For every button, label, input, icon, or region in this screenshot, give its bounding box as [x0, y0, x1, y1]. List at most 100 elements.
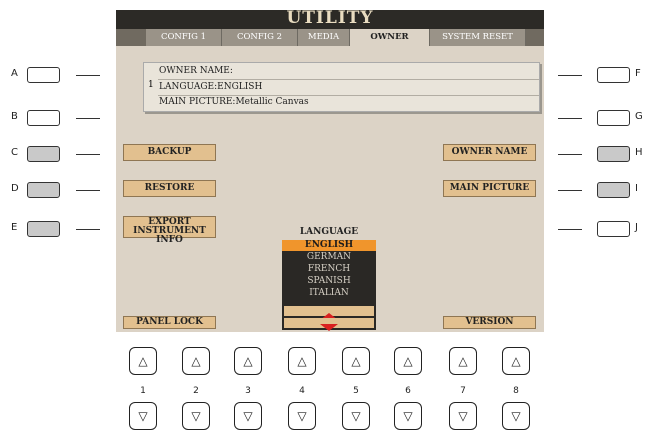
up-button-3[interactable]: △: [234, 347, 262, 375]
down-button-8[interactable]: ▽: [502, 402, 530, 430]
side-button-h[interactable]: [597, 146, 630, 162]
down-button-3[interactable]: ▽: [234, 402, 262, 430]
divider: [558, 190, 582, 191]
up-button-5[interactable]: △: [342, 347, 370, 375]
side-button-a[interactable]: [27, 67, 60, 83]
side-label-e: E: [11, 222, 18, 233]
scroll-up-button[interactable]: [284, 306, 374, 320]
triangle-up-icon: △: [351, 354, 361, 368]
down-button-2[interactable]: ▽: [182, 402, 210, 430]
triangle-up-icon: △: [243, 354, 253, 368]
main-picture-row: MAIN PICTURE:Metallic Canvas: [159, 97, 309, 107]
triangle-down-icon: ▽: [243, 409, 253, 423]
triangle-down-icon: ▽: [138, 409, 148, 423]
button-number-8: 8: [513, 386, 519, 396]
down-button-6[interactable]: ▽: [394, 402, 422, 430]
language-label: LANGUAGE: [299, 227, 359, 237]
language-row: LANGUAGE:ENGLISH: [159, 82, 263, 92]
side-button-e[interactable]: [27, 221, 60, 237]
triangle-up-icon: △: [297, 354, 307, 368]
tab-config-1[interactable]: CONFIG 1: [146, 29, 222, 46]
side-label-h: H: [635, 147, 643, 158]
triangle-down-icon: ▽: [511, 409, 521, 423]
restore-button[interactable]: RESTORE: [123, 180, 216, 197]
language-option-french[interactable]: FRENCH: [282, 264, 376, 275]
export-label-line-2: INSTRUMENT INFO: [133, 226, 206, 245]
side-label-d: D: [11, 183, 19, 194]
panel-lock-button[interactable]: PANEL LOCK: [123, 316, 216, 329]
triangle-up-icon: △: [458, 354, 468, 368]
button-number-3: 3: [245, 386, 251, 396]
side-button-i[interactable]: [597, 182, 630, 198]
language-option-italian[interactable]: ITALIAN: [282, 288, 376, 299]
arrow-down-icon: [320, 324, 338, 331]
triangle-down-icon: ▽: [458, 409, 468, 423]
side-button-c[interactable]: [27, 146, 60, 162]
export-instrument-info-button[interactable]: EXPORT INSTRUMENT INFO: [123, 216, 216, 245]
up-button-7[interactable]: △: [449, 347, 477, 375]
side-button-j[interactable]: [597, 221, 630, 237]
language-option-german[interactable]: GERMAN: [282, 252, 376, 263]
down-button-4[interactable]: ▽: [288, 402, 316, 430]
owner-name-button[interactable]: OWNER NAME: [443, 144, 536, 161]
side-label-j: J: [635, 222, 638, 233]
triangle-down-icon: ▽: [351, 409, 361, 423]
triangle-up-icon: △: [403, 354, 413, 368]
backup-button[interactable]: BACKUP: [123, 144, 216, 161]
triangle-up-icon: △: [138, 354, 148, 368]
side-label-c: C: [11, 147, 18, 158]
button-number-1: 1: [140, 386, 146, 396]
button-number-2: 2: [193, 386, 199, 396]
owner-name-row: OWNER NAME:: [159, 66, 233, 76]
up-button-6[interactable]: △: [394, 347, 422, 375]
info-row-number: 1: [148, 80, 154, 90]
divider: [76, 229, 100, 230]
up-button-4[interactable]: △: [288, 347, 316, 375]
up-button-8[interactable]: △: [502, 347, 530, 375]
tab-system-reset[interactable]: SYSTEM RESET: [430, 29, 526, 46]
button-number-6: 6: [405, 386, 411, 396]
divider: [558, 118, 582, 119]
screen-title: UTILITY: [286, 10, 374, 28]
down-button-5[interactable]: ▽: [342, 402, 370, 430]
language-scroll-arrows: [282, 304, 376, 331]
side-label-a: A: [11, 68, 18, 79]
tab-config-2[interactable]: CONFIG 2: [222, 29, 298, 46]
up-button-2[interactable]: △: [182, 347, 210, 375]
divider: [76, 190, 100, 191]
triangle-down-icon: ▽: [403, 409, 413, 423]
up-button-1[interactable]: △: [129, 347, 157, 375]
scroll-down-button[interactable]: [284, 318, 374, 331]
divider: [76, 118, 100, 119]
version-button[interactable]: VERSION: [443, 316, 536, 329]
side-button-f[interactable]: [597, 67, 630, 83]
divider: [76, 75, 100, 76]
button-number-7: 7: [460, 386, 466, 396]
tab-owner[interactable]: OWNER: [350, 29, 430, 46]
down-button-1[interactable]: ▽: [129, 402, 157, 430]
side-label-f: F: [635, 68, 641, 79]
divider: [558, 229, 582, 230]
down-button-7[interactable]: ▽: [449, 402, 477, 430]
side-button-b[interactable]: [27, 110, 60, 126]
side-label-i: I: [635, 183, 638, 194]
tab-media[interactable]: MEDIA: [298, 29, 350, 46]
language-option-english[interactable]: ENGLISH: [282, 240, 376, 251]
triangle-up-icon: △: [191, 354, 201, 368]
button-number-4: 4: [299, 386, 305, 396]
side-button-d[interactable]: [27, 182, 60, 198]
triangle-down-icon: ▽: [297, 409, 307, 423]
button-number-5: 5: [353, 386, 359, 396]
side-label-g: G: [635, 111, 643, 122]
language-option-spanish[interactable]: SPANISH: [282, 276, 376, 287]
divider: [558, 75, 582, 76]
divider: [76, 154, 100, 155]
triangle-up-icon: △: [511, 354, 521, 368]
language-list[interactable]: ENGLISH GERMAN FRENCH SPANISH ITALIAN: [282, 240, 376, 304]
divider: [558, 154, 582, 155]
display-screen: UTILITY CONFIG 1 CONFIG 2 MEDIA OWNER SY…: [116, 10, 544, 332]
side-label-b: B: [11, 111, 18, 122]
side-button-g[interactable]: [597, 110, 630, 126]
owner-info-panel: 1 OWNER NAME: LANGUAGE:ENGLISH MAIN PICT…: [143, 62, 540, 112]
main-picture-button[interactable]: MAIN PICTURE: [443, 180, 536, 197]
